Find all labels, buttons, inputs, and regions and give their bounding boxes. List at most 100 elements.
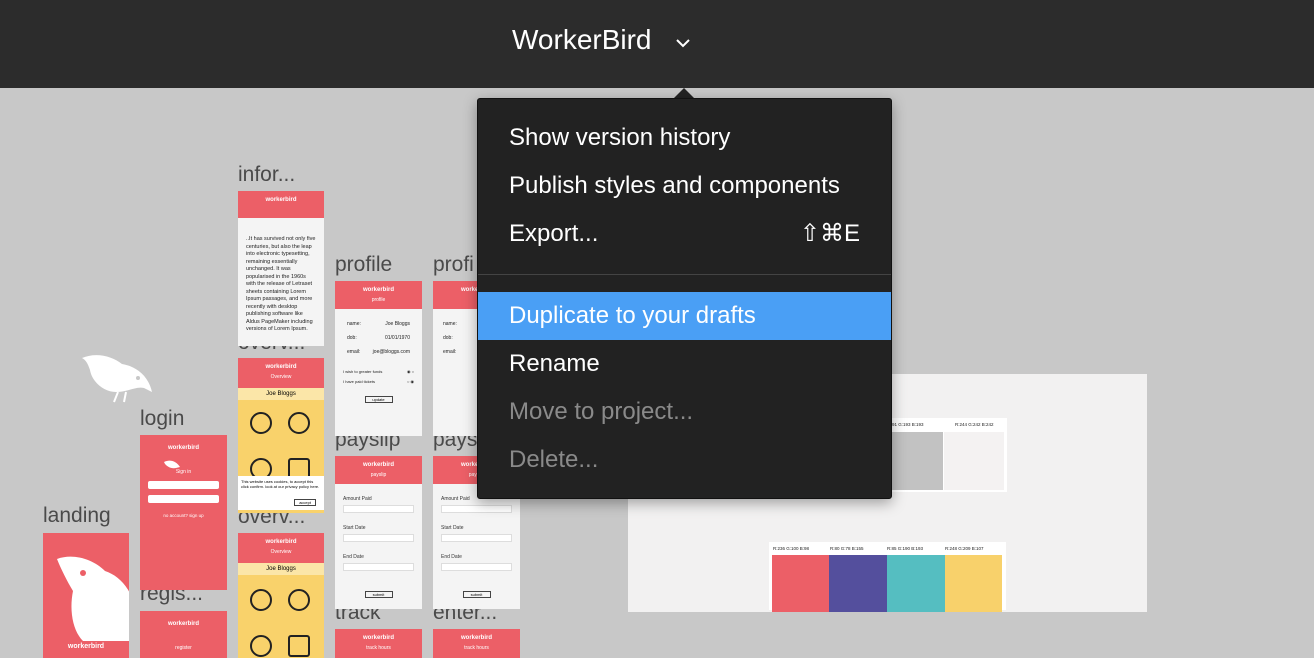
start-date-field[interactable] <box>441 534 512 542</box>
frame-header: workerbird profile <box>335 281 422 309</box>
frame-header: workerbird Overview <box>238 533 324 563</box>
bird-icon <box>164 460 180 469</box>
user-icon[interactable] <box>288 589 310 611</box>
frame-overview-2[interactable]: workerbird Overview Joe Bloggs <box>238 533 324 658</box>
document-icon[interactable] <box>288 635 310 657</box>
workerbird-logo-icon <box>82 355 152 403</box>
menu-caret <box>674 88 694 98</box>
swatch-label: R:85 G:190 B:193 <box>887 546 924 551</box>
clock-icon[interactable] <box>250 635 272 657</box>
chart-icon[interactable] <box>250 589 272 611</box>
file-menu: Show version history Publish styles and … <box>477 98 892 499</box>
frame-label-landing[interactable]: landing <box>43 504 111 528</box>
accept-button[interactable]: accept <box>294 499 316 506</box>
chart-icon[interactable] <box>250 412 272 434</box>
menu-item-export[interactable]: Export... ⇧⌘E <box>478 210 891 258</box>
top-bar: WorkerBird <box>0 0 1314 88</box>
purple-swatch <box>829 555 887 612</box>
file-name-title[interactable]: WorkerBird <box>512 24 652 56</box>
frame-information[interactable]: workerbird ..It has survived not only fi… <box>238 191 324 346</box>
frame-label-information[interactable]: infor... <box>238 163 295 187</box>
frame-track[interactable]: workerbird track hours <box>335 629 422 658</box>
large-bird-icon <box>57 556 129 641</box>
register-title: register <box>175 645 192 651</box>
info-paragraph: ..It has survived not only five centurie… <box>246 236 316 332</box>
start-date-label: Start Date <box>343 525 366 531</box>
light-grey-swatch <box>944 432 1004 490</box>
frame-label-profile[interactable]: profile <box>335 253 392 277</box>
frame-subtitle: track hours <box>366 645 391 651</box>
frame-subtitle: payslip <box>370 472 387 478</box>
chevron-down-icon[interactable] <box>674 34 692 52</box>
frame-header: workerbird track hours <box>433 629 520 658</box>
menu-item-move-to-project: Move to project... <box>509 398 694 425</box>
yellow-swatch <box>945 555 1002 612</box>
user-icon[interactable] <box>288 412 310 434</box>
menu-separator <box>478 274 891 275</box>
brand-text: workerbird <box>167 621 199 627</box>
menu-item-duplicate-to-drafts[interactable]: Duplicate to your drafts <box>478 292 891 340</box>
brand-text: workerbird <box>362 287 394 293</box>
frame-header: workerbird track hours <box>335 629 422 658</box>
email-field[interactable] <box>148 481 219 489</box>
brand-text: workerbird <box>265 364 297 370</box>
brand-text: workerbird <box>167 445 199 451</box>
frame-label-login[interactable]: login <box>140 407 184 431</box>
dob-row: dob: 01/01/1970 <box>347 335 410 341</box>
name-row: name: Joe Bloggs <box>347 321 410 327</box>
teal-swatch <box>887 555 945 612</box>
password-field[interactable] <box>148 495 219 503</box>
frame-enter[interactable]: workerbird track hours <box>433 629 520 658</box>
start-date-field[interactable] <box>343 534 414 542</box>
amount-paid-label: Amount Paid <box>343 496 372 502</box>
brand-text: workerbird <box>265 539 297 545</box>
frame-register[interactable]: workerbird register <box>140 611 227 658</box>
frame-profile[interactable]: workerbird profile name: Joe Bloggs dob: 0… <box>335 281 422 436</box>
red-swatch <box>772 555 829 612</box>
brand-text: workerbird <box>67 643 105 650</box>
update-button[interactable]: update <box>364 396 393 403</box>
menu-item-publish-styles[interactable]: Publish styles and components <box>478 162 891 210</box>
start-date-label: Start Date <box>441 525 464 531</box>
question-row: I have paid tickets ○ ◉ <box>343 379 414 384</box>
menu-item-rename[interactable]: Rename <box>478 340 891 388</box>
submit-button[interactable]: submit <box>462 591 491 598</box>
frame-landing[interactable]: workerbird <box>43 533 129 658</box>
menu-item-show-version-history[interactable]: Show version history <box>478 114 891 162</box>
end-date-label: End Date <box>441 554 462 560</box>
menu-item-delete: Delete... <box>509 446 599 473</box>
colors-swatch-card: R:236 G:100 B:98 R:80 G:78 B:155 R:85 G:… <box>769 542 1006 612</box>
swatch-label: R:80 G:78 B:155 <box>830 546 864 551</box>
frame-payslip[interactable]: workerbird payslip Amount Paid Start Dat… <box>335 456 422 609</box>
grey-swatch <box>883 432 943 490</box>
end-date-field[interactable] <box>343 563 414 571</box>
swatch-label: R:248 G:209 B:107 <box>945 546 984 551</box>
amount-paid-field[interactable] <box>343 505 414 513</box>
amount-paid-field[interactable] <box>441 505 512 513</box>
user-name-bar: Joe Bloggs <box>238 388 324 400</box>
cookie-banner: This website uses cookies, to accept thi… <box>238 476 324 510</box>
user-name-bar: Joe Bloggs <box>238 563 324 575</box>
question-row: I wish to greater funds ◉ ○ <box>343 369 414 374</box>
swatch-label: R:236 G:100 B:98 <box>773 546 810 551</box>
frame-login[interactable]: workerbird Sign in no account? sign up <box>140 435 227 590</box>
brand-text: workerbird <box>362 462 394 468</box>
submit-button[interactable]: submit <box>364 591 393 598</box>
frame-subtitle: track hours <box>464 645 489 651</box>
greys-swatch-card: R:191 G:193 B:193 R:244 G:242 B:242 <box>883 418 1007 492</box>
export-shortcut: ⇧⌘E <box>799 220 860 247</box>
end-date-field[interactable] <box>441 563 512 571</box>
frame-subtitle: Overview <box>270 549 292 555</box>
frame-subtitle: profile <box>371 297 386 303</box>
frame-header: workerbird payslip <box>335 456 422 484</box>
swatch-label: R:244 G:242 B:242 <box>955 422 994 427</box>
brand-text: workerbird <box>362 635 394 641</box>
email-row: email: joe@bloggs.com <box>347 349 410 355</box>
frame-overview[interactable]: workerbird Overview Joe Bloggs This webs… <box>238 358 324 513</box>
sign-up-link[interactable]: no account? sign up <box>140 513 227 518</box>
end-date-label: End Date <box>343 554 364 560</box>
brand-text: workerbird <box>460 635 492 641</box>
frame-label-profile-2[interactable]: profi <box>433 253 474 277</box>
frame-header: workerbird Overview <box>238 358 324 388</box>
brand-text: workerbird <box>265 197 297 203</box>
